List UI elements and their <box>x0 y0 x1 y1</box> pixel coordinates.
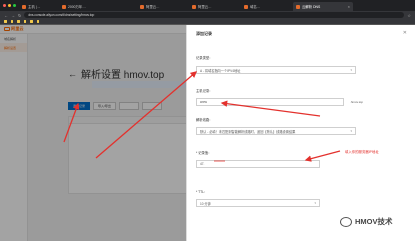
host-record-input[interactable]: www <box>196 98 344 106</box>
chevron-down-icon: ▾ <box>314 201 316 205</box>
favicon-icon <box>22 4 26 9</box>
folder-icon <box>10 20 13 23</box>
folder-icon <box>23 20 26 23</box>
browser-tab[interactable]: 主机 | ... <box>19 2 59 11</box>
star-icon[interactable]: ☆ <box>407 13 411 18</box>
reload-icon[interactable]: ↻ <box>18 13 21 18</box>
tab-label: 2000万年… <box>68 5 86 9</box>
folder-icon <box>36 20 39 23</box>
tab-label: 云解析 DNS <box>302 5 321 9</box>
maximize-window-icon[interactable] <box>13 4 16 7</box>
watermark: HMOV技术 <box>340 216 393 227</box>
ttl-label: * TTL： <box>196 190 208 194</box>
add-record-dialog: 添加记录 ✕ 记录类型： A - 将域名指向一个IPV4地址 ▾ 主机记录： ww… <box>186 25 415 241</box>
resolution-line-value: 默认 - 必填！未匹配到智能解析线路时，返回【默认】线路设置结果 <box>200 129 296 134</box>
browser-tab[interactable]: 阿里云… <box>189 2 241 11</box>
minimize-window-icon[interactable] <box>8 4 11 7</box>
modal-overlay[interactable] <box>0 25 186 241</box>
bookmark-item[interactable] <box>23 20 26 23</box>
folder-icon <box>30 20 33 23</box>
ttl-select[interactable]: 10 分钟 ▾ <box>196 199 320 207</box>
dialog-title: 添加记录 <box>196 31 212 36</box>
bookmark-item[interactable] <box>4 20 7 23</box>
close-tab-icon[interactable]: ✕ <box>347 5 350 9</box>
bookmark-item[interactable] <box>36 20 39 23</box>
browser-tab[interactable]: 阿里云… <box>137 2 189 11</box>
host-suffix: .hmov.top <box>350 100 363 104</box>
tab-label: 阿里云… <box>198 5 212 9</box>
forward-icon[interactable]: → <box>11 13 15 18</box>
wechat-icon <box>340 216 352 227</box>
browser-tab-active[interactable]: 云解析 DNS ✕ <box>293 2 353 11</box>
watermark-text: HMOV技术 <box>355 217 393 226</box>
resolution-line-select[interactable]: 默认 - 必填！未匹配到智能解析线路时，返回【默认】线路设置结果 ▾ <box>196 127 356 135</box>
record-type-select[interactable]: A - 将域名指向一个IPV4地址 ▾ <box>196 66 356 74</box>
address-bar-row: ← → ↻ dns.console.aliyun.com/#/dns/setti… <box>0 11 415 19</box>
annotation-text: 填入你的服务器IP地址 <box>345 150 379 154</box>
record-type-value: A - 将域名指向一个IPV4地址 <box>200 68 241 73</box>
record-type-label: 记录类型： <box>196 56 213 60</box>
browser-tab-bar: 主机 | ... 2000万年… 阿里云… 阿里云… 域名… 云解析 DNS ✕ <box>0 0 415 11</box>
window-controls <box>0 4 19 7</box>
ttl-value: 10 分钟 <box>200 201 211 206</box>
back-icon[interactable]: ← <box>4 13 8 18</box>
record-value-label: * 记录值： <box>196 151 212 155</box>
close-icon[interactable]: ✕ <box>403 30 407 36</box>
close-window-icon[interactable] <box>3 4 6 7</box>
host-record-label: 主机记录： <box>196 89 213 93</box>
tab-label: 主机 | ... <box>28 5 41 9</box>
favicon-icon <box>192 4 196 9</box>
bookmark-item[interactable] <box>10 20 13 23</box>
chevron-down-icon: ▾ <box>350 129 352 133</box>
url-field[interactable]: dns.console.aliyun.com/#/dns/setting/hmo… <box>24 12 405 18</box>
record-value-input[interactable]: 47. <box>196 160 320 168</box>
folder-icon <box>17 20 20 23</box>
favicon-icon <box>244 4 248 9</box>
favicon-icon <box>140 4 144 9</box>
bookmark-item[interactable] <box>30 20 33 23</box>
browser-tab[interactable]: 域名… <box>241 2 293 11</box>
tab-label: 域名… <box>250 5 261 9</box>
folder-icon <box>4 20 7 23</box>
browser-tab[interactable]: 2000万年… <box>59 2 137 11</box>
chevron-down-icon: ▾ <box>350 68 352 72</box>
favicon-icon <box>296 4 300 9</box>
bookmark-item[interactable] <box>17 20 20 23</box>
tab-label: 阿里云… <box>146 5 160 9</box>
resolution-line-label: 解析线路： <box>196 118 213 122</box>
favicon-icon <box>62 4 66 9</box>
